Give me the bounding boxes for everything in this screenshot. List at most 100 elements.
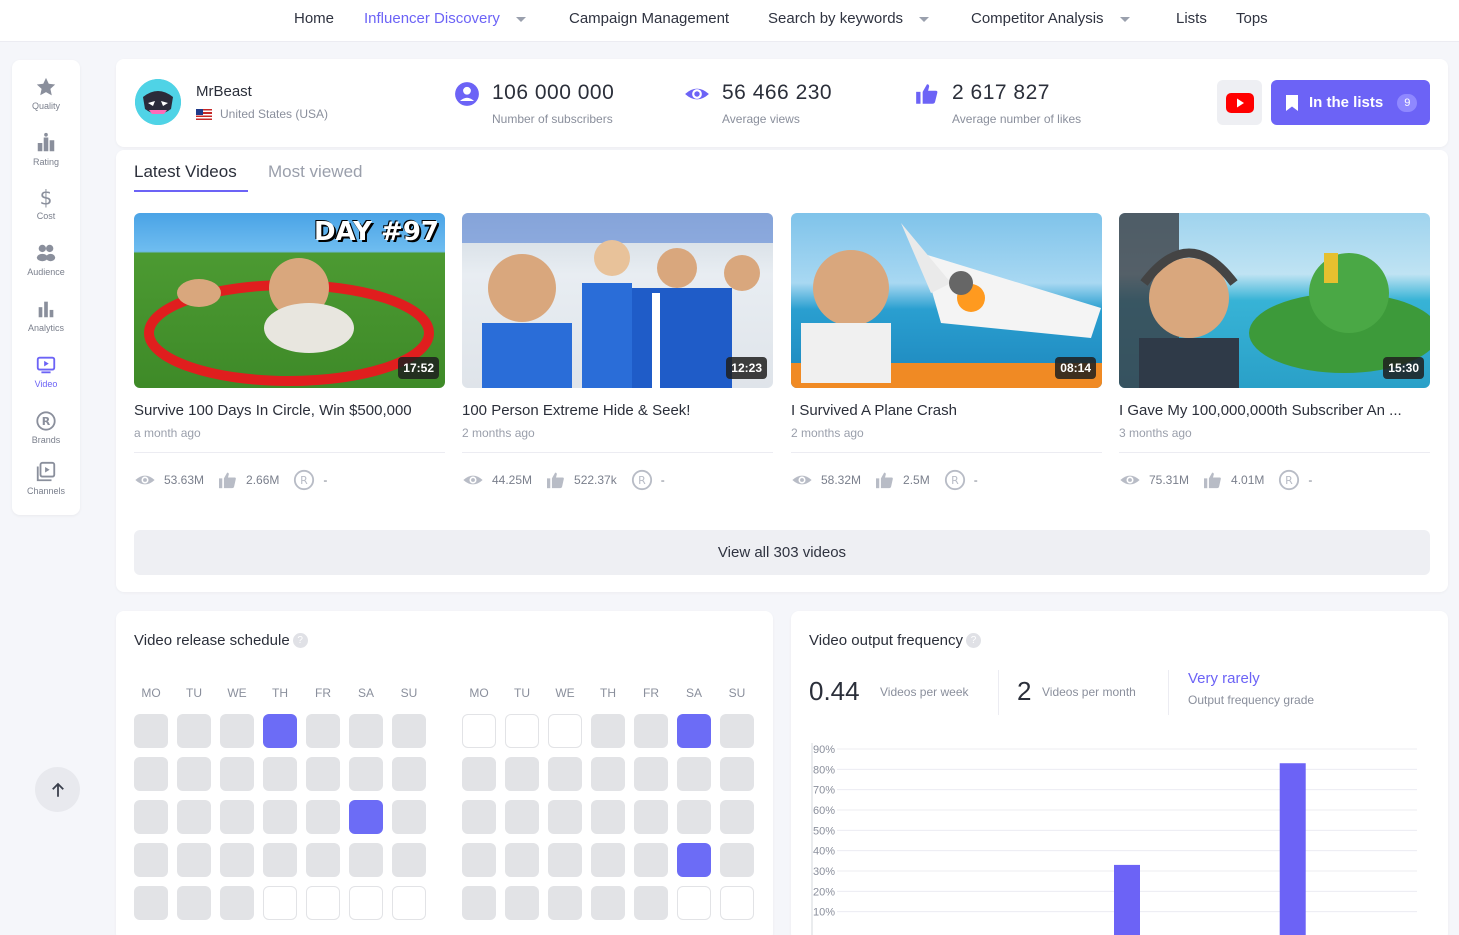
schedule-day-cell[interactable] xyxy=(548,714,582,748)
schedule-day-cell[interactable] xyxy=(591,886,625,920)
video-title[interactable]: 100 Person Extreme Hide & Seek! xyxy=(462,402,773,419)
schedule-day-cell[interactable] xyxy=(263,843,297,877)
sidebar-item-video[interactable]: Video xyxy=(12,354,80,389)
schedule-day-cell[interactable] xyxy=(591,714,625,748)
schedule-day-cell[interactable] xyxy=(462,886,496,920)
schedule-day-cell[interactable] xyxy=(306,757,340,791)
schedule-day-cell[interactable] xyxy=(634,714,668,748)
schedule-day-cell[interactable] xyxy=(392,886,426,920)
schedule-day-cell[interactable] xyxy=(634,843,668,877)
sidebar-item-audience[interactable]: Audience xyxy=(12,242,80,277)
video-card[interactable]: 12:23 100 Person Extreme Hide & Seek! 2 … xyxy=(462,213,773,491)
nav-home[interactable]: Home xyxy=(294,10,334,27)
schedule-day-cell[interactable] xyxy=(591,757,625,791)
schedule-day-cell[interactable] xyxy=(591,800,625,834)
sidebar-item-rating[interactable]: Rating xyxy=(12,132,80,167)
schedule-day-cell[interactable] xyxy=(634,757,668,791)
channel-name[interactable]: MrBeast xyxy=(196,83,252,100)
tab-most-viewed[interactable]: Most viewed xyxy=(268,162,362,182)
sidebar-item-quality[interactable]: Quality xyxy=(12,76,80,111)
schedule-day-cell[interactable] xyxy=(505,714,539,748)
schedule-day-cell[interactable] xyxy=(220,843,254,877)
help-icon[interactable]: ? xyxy=(292,633,308,648)
nav-competitor-analysis[interactable]: Competitor Analysis xyxy=(971,10,1130,27)
schedule-day-cell[interactable] xyxy=(505,843,539,877)
schedule-day-cell[interactable] xyxy=(134,757,168,791)
tab-latest-videos[interactable]: Latest Videos xyxy=(134,162,237,182)
schedule-day-cell[interactable] xyxy=(677,714,711,748)
schedule-day-cell[interactable] xyxy=(220,886,254,920)
video-thumbnail[interactable]: DAY #97 17:52 xyxy=(134,213,445,388)
schedule-day-cell[interactable] xyxy=(677,886,711,920)
video-title[interactable]: I Survived A Plane Crash xyxy=(791,402,1102,419)
schedule-day-cell[interactable] xyxy=(220,800,254,834)
chart-bar[interactable] xyxy=(1279,763,1306,935)
schedule-day-cell[interactable] xyxy=(306,886,340,920)
schedule-day-cell[interactable] xyxy=(720,757,754,791)
schedule-day-cell[interactable] xyxy=(134,843,168,877)
view-all-videos-button[interactable]: View all 303 videos xyxy=(134,530,1430,575)
youtube-button[interactable] xyxy=(1217,80,1262,125)
schedule-day-cell[interactable] xyxy=(720,800,754,834)
schedule-day-cell[interactable] xyxy=(634,886,668,920)
schedule-day-cell[interactable] xyxy=(349,757,383,791)
schedule-day-cell[interactable] xyxy=(349,800,383,834)
in-the-lists-button[interactable]: In the lists 9 xyxy=(1271,80,1430,125)
schedule-day-cell[interactable] xyxy=(220,757,254,791)
schedule-day-cell[interactable] xyxy=(263,886,297,920)
video-card[interactable]: 15:30 I Gave My 100,000,000th Subscriber… xyxy=(1119,213,1430,491)
schedule-day-cell[interactable] xyxy=(263,757,297,791)
schedule-day-cell[interactable] xyxy=(177,757,211,791)
schedule-day-cell[interactable] xyxy=(548,800,582,834)
schedule-day-cell[interactable] xyxy=(505,800,539,834)
schedule-day-cell[interactable] xyxy=(392,843,426,877)
schedule-day-cell[interactable] xyxy=(548,757,582,791)
video-thumbnail[interactable]: 15:30 xyxy=(1119,213,1430,388)
schedule-day-cell[interactable] xyxy=(591,843,625,877)
nav-campaign-management[interactable]: Campaign Management xyxy=(569,10,729,27)
schedule-day-cell[interactable] xyxy=(134,714,168,748)
schedule-day-cell[interactable] xyxy=(462,843,496,877)
sidebar-item-analytics[interactable]: Analytics xyxy=(12,298,80,333)
schedule-day-cell[interactable] xyxy=(720,843,754,877)
schedule-day-cell[interactable] xyxy=(392,800,426,834)
schedule-day-cell[interactable] xyxy=(306,843,340,877)
nav-lists[interactable]: Lists xyxy=(1176,10,1207,27)
chart-bar[interactable] xyxy=(1114,864,1140,935)
schedule-day-cell[interactable] xyxy=(720,714,754,748)
schedule-day-cell[interactable] xyxy=(306,800,340,834)
schedule-day-cell[interactable] xyxy=(462,714,496,748)
sidebar-item-cost[interactable]: $ Cost xyxy=(12,186,80,221)
schedule-day-cell[interactable] xyxy=(720,886,754,920)
schedule-day-cell[interactable] xyxy=(349,714,383,748)
schedule-day-cell[interactable] xyxy=(677,757,711,791)
nav-tops[interactable]: Tops xyxy=(1236,10,1268,27)
sidebar-item-channels[interactable]: Channels xyxy=(12,461,80,496)
schedule-day-cell[interactable] xyxy=(634,800,668,834)
nav-influencer-discovery[interactable]: Influencer Discovery xyxy=(364,10,526,27)
schedule-day-cell[interactable] xyxy=(263,714,297,748)
schedule-day-cell[interactable] xyxy=(505,757,539,791)
scroll-to-top-button[interactable] xyxy=(35,767,80,812)
schedule-day-cell[interactable] xyxy=(392,757,426,791)
schedule-day-cell[interactable] xyxy=(505,886,539,920)
video-thumbnail[interactable]: 08:14 xyxy=(791,213,1102,388)
schedule-day-cell[interactable] xyxy=(462,800,496,834)
schedule-day-cell[interactable] xyxy=(263,800,297,834)
schedule-day-cell[interactable] xyxy=(548,886,582,920)
schedule-day-cell[interactable] xyxy=(349,886,383,920)
schedule-day-cell[interactable] xyxy=(677,843,711,877)
schedule-day-cell[interactable] xyxy=(134,886,168,920)
schedule-day-cell[interactable] xyxy=(177,886,211,920)
video-thumbnail[interactable]: 12:23 xyxy=(462,213,773,388)
schedule-day-cell[interactable] xyxy=(177,714,211,748)
schedule-day-cell[interactable] xyxy=(349,843,383,877)
schedule-day-cell[interactable] xyxy=(134,800,168,834)
schedule-day-cell[interactable] xyxy=(220,714,254,748)
schedule-day-cell[interactable] xyxy=(177,843,211,877)
schedule-day-cell[interactable] xyxy=(177,800,211,834)
schedule-day-cell[interactable] xyxy=(677,800,711,834)
video-title[interactable]: I Gave My 100,000,000th Subscriber An ..… xyxy=(1119,402,1430,419)
schedule-day-cell[interactable] xyxy=(392,714,426,748)
schedule-day-cell[interactable] xyxy=(462,757,496,791)
